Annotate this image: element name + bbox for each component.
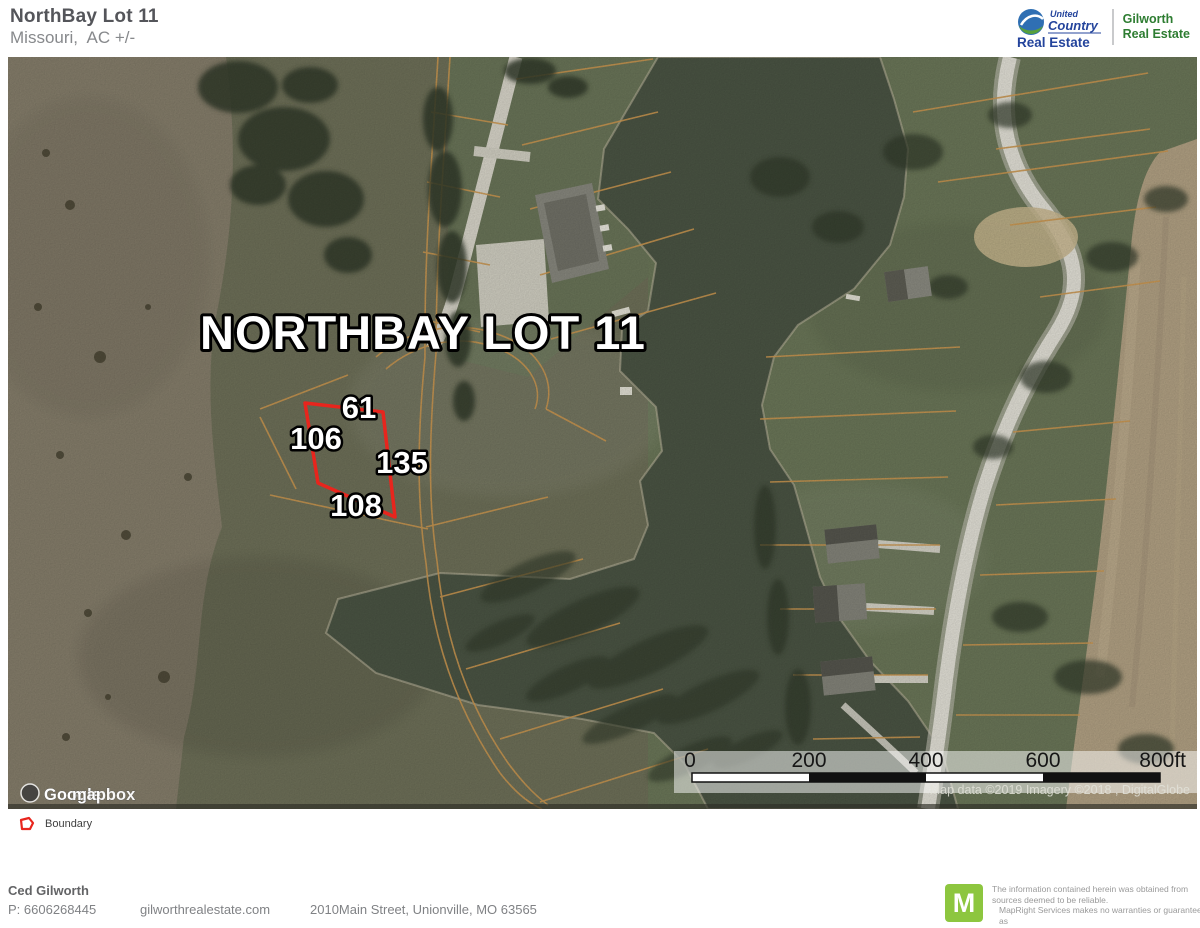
scale-tick-600: 600 bbox=[1025, 749, 1060, 772]
disclaimer-line2: sources deemed to be reliable. bbox=[992, 895, 1200, 906]
scale-tick-400: 400 bbox=[908, 749, 943, 772]
mapright-letter: M bbox=[953, 888, 976, 919]
map-bottom-edge bbox=[8, 804, 1197, 809]
mapbox-icon bbox=[21, 784, 39, 802]
gilworth-line2: Real Estate bbox=[1123, 27, 1190, 42]
scale-tick-800: 800ft bbox=[1139, 749, 1186, 772]
boundary-icon bbox=[18, 816, 35, 831]
legend-boundary-label: Boundary bbox=[45, 818, 92, 830]
page-subtitle: Missouri, AC +/- bbox=[10, 28, 135, 48]
scale-bar: 0 200 400 600 800ft Map data ©2019 Image… bbox=[674, 749, 1197, 797]
disclaimer-line1: The information contained herein was obt… bbox=[992, 884, 1200, 895]
aerial-map: 61 106 135 108 NORTHBAY LOT 11 Google ma… bbox=[8, 57, 1197, 809]
mapbox-watermark: mapbox bbox=[72, 786, 136, 804]
brand-block: United Country Real Estate Gilworth Real… bbox=[1015, 4, 1190, 50]
photo-grain bbox=[8, 57, 1197, 809]
scale-tick-0: 0 bbox=[684, 749, 696, 772]
map-attribution: Map data ©2019 Imagery ©2018 , DigitalGl… bbox=[930, 783, 1190, 797]
page-title: NorthBay Lot 11 bbox=[10, 6, 159, 28]
gilworth-logo: Gilworth Real Estate bbox=[1123, 12, 1190, 42]
mapright-logo: M bbox=[945, 884, 983, 922]
dim-bottom: 108 bbox=[330, 488, 382, 523]
uc-line-mid: Country bbox=[1048, 18, 1099, 33]
globe-icon bbox=[1018, 9, 1044, 35]
legend: Boundary bbox=[18, 816, 92, 831]
agent-website[interactable]: gilworthrealestate.com bbox=[140, 902, 270, 917]
disclaimer-line3: MapRight Services makes no warranties or… bbox=[992, 905, 1200, 926]
agent-phone: P: 6606268445 bbox=[8, 902, 96, 917]
scale-tick-200: 200 bbox=[791, 749, 826, 772]
agent-address: 2010Main Street, Unionville, MO 63565 bbox=[310, 902, 537, 917]
brand-divider bbox=[1112, 9, 1114, 45]
united-country-logo: United Country Real Estate bbox=[1015, 4, 1103, 50]
flyer-page: NorthBay Lot 11 Missouri, AC +/- United … bbox=[0, 0, 1200, 928]
gilworth-line1: Gilworth bbox=[1123, 12, 1190, 27]
dim-left: 106 bbox=[290, 421, 342, 456]
map-overlay-title: NORTHBAY LOT 11 bbox=[200, 306, 646, 359]
map-canvas: 61 106 135 108 NORTHBAY LOT 11 Google ma… bbox=[8, 57, 1197, 809]
uc-line-bottom: Real Estate bbox=[1017, 35, 1090, 50]
agent-name: Ced Gilworth bbox=[8, 883, 89, 898]
dim-top: 61 bbox=[342, 390, 376, 425]
disclaimer: The information contained herein was obt… bbox=[992, 884, 1200, 928]
dim-right: 135 bbox=[376, 445, 428, 480]
